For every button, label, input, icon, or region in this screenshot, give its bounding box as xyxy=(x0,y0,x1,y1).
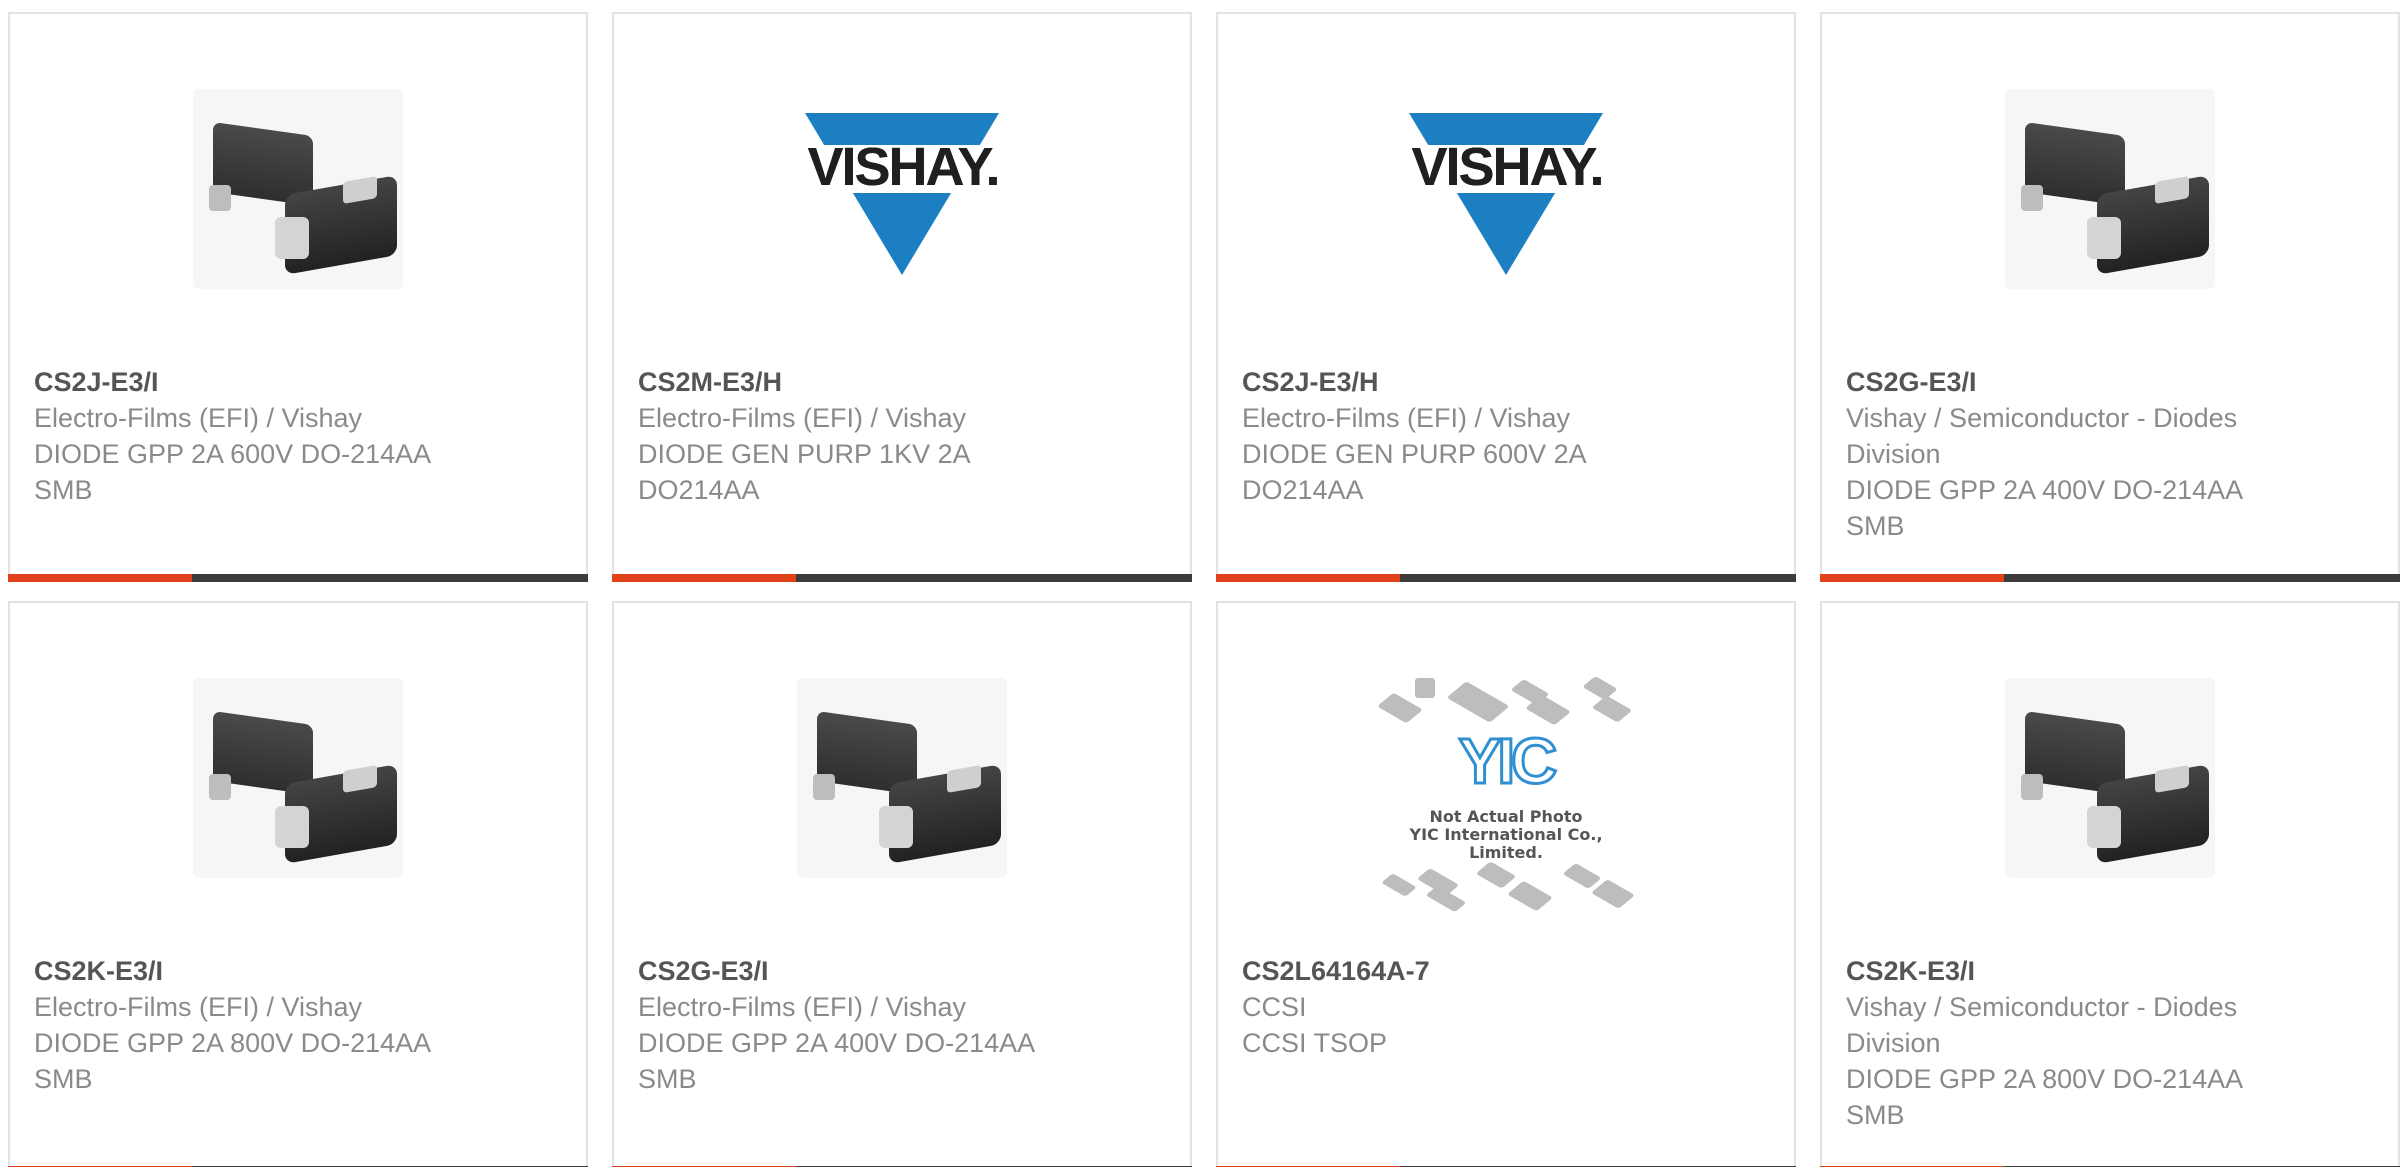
yic-caption-line-2: YIC International Co., Limited. xyxy=(1409,825,1603,862)
manufacturer: Vishay / Semiconductor - Diodes Division xyxy=(1846,992,2238,1058)
description: DIODE GPP 2A 600V DO-214AA SMB xyxy=(34,439,430,505)
product-image[interactable] xyxy=(614,673,1190,883)
card-bottom-bar xyxy=(1820,574,2400,582)
vishay-logo: VISHAY. xyxy=(1397,99,1617,279)
description: CCSI TSOP xyxy=(1242,1028,1388,1058)
part-number-link[interactable]: CS2G-E3/I xyxy=(638,953,1166,989)
diode-package-image xyxy=(2005,89,2215,289)
part-number-link[interactable]: CS2M-E3/H xyxy=(638,364,1166,400)
yic-caption-line-1: Not Actual Photo xyxy=(1429,807,1583,826)
vishay-logo: VISHAY. xyxy=(793,99,1013,279)
product-image[interactable] xyxy=(10,84,586,294)
description: DIODE GEN PURP 1KV 2A DO214AA xyxy=(638,439,970,505)
part-number-link[interactable]: CS2L64164A-7 xyxy=(1242,953,1770,989)
product-card[interactable]: YIC Not Actual Photo YIC International C… xyxy=(1216,601,1796,1167)
card-bottom-bar xyxy=(612,574,1192,582)
product-grid: CS2J-E3/I Electro-Films (EFI) / Vishay D… xyxy=(0,0,2400,1167)
product-image[interactable]: VISHAY. xyxy=(1218,84,1794,294)
manufacturer: Vishay / Semiconductor - Diodes Division xyxy=(1846,403,2238,469)
card-bottom-bar xyxy=(8,574,588,582)
manufacturer: Electro-Films (EFI) / Vishay xyxy=(1242,403,1571,433)
diode-package-image xyxy=(2005,678,2215,878)
part-number-link[interactable]: CS2J-E3/H xyxy=(1242,364,1770,400)
description: DIODE GPP 2A 400V DO-214AA SMB xyxy=(638,1028,1034,1094)
product-card[interactable]: CS2K-E3/I Vishay / Semiconductor - Diode… xyxy=(1820,601,2400,1167)
product-image[interactable]: YIC Not Actual Photo YIC International C… xyxy=(1218,676,1794,913)
diode-package-image xyxy=(193,678,403,878)
description: DIODE GPP 2A 800V DO-214AA SMB xyxy=(34,1028,430,1094)
product-card[interactable]: CS2K-E3/I Electro-Films (EFI) / Vishay D… xyxy=(8,601,588,1167)
part-number-link[interactable]: CS2J-E3/I xyxy=(34,364,562,400)
description: DIODE GEN PURP 600V 2A DO214AA xyxy=(1242,439,1586,505)
product-image[interactable]: VISHAY. xyxy=(614,84,1190,294)
part-number-link[interactable]: CS2G-E3/I xyxy=(1846,364,2374,400)
manufacturer: Electro-Films (EFI) / Vishay xyxy=(638,403,967,433)
product-card[interactable]: VISHAY. CS2M-E3/H Electro-Films (EFI) / … xyxy=(612,12,1192,582)
diode-package-image xyxy=(193,89,403,289)
diode-package-image xyxy=(797,678,1007,878)
product-card[interactable]: CS2G-E3/I Vishay / Semiconductor - Diode… xyxy=(1820,12,2400,582)
description: DIODE GPP 2A 400V DO-214AA SMB xyxy=(1846,475,2242,541)
manufacturer: Electro-Films (EFI) / Vishay xyxy=(34,992,363,1022)
manufacturer: Electro-Films (EFI) / Vishay xyxy=(34,403,363,433)
yic-placeholder-image: YIC Not Actual Photo YIC International C… xyxy=(1371,676,1641,918)
card-bottom-bar xyxy=(1216,574,1796,582)
product-image[interactable] xyxy=(1822,84,2398,294)
product-card[interactable]: VISHAY. CS2J-E3/H Electro-Films (EFI) / … xyxy=(1216,12,1796,582)
product-card[interactable]: CS2G-E3/I Electro-Films (EFI) / Vishay D… xyxy=(612,601,1192,1167)
description: DIODE GPP 2A 800V DO-214AA SMB xyxy=(1846,1064,2242,1130)
product-image[interactable] xyxy=(10,673,586,883)
manufacturer: Electro-Films (EFI) / Vishay xyxy=(638,992,967,1022)
part-number-link[interactable]: CS2K-E3/I xyxy=(34,953,562,989)
product-image[interactable] xyxy=(1822,673,2398,883)
part-number-link[interactable]: CS2K-E3/I xyxy=(1846,953,2374,989)
manufacturer: CCSI xyxy=(1242,992,1307,1022)
product-card[interactable]: CS2J-E3/I Electro-Films (EFI) / Vishay D… xyxy=(8,12,588,582)
